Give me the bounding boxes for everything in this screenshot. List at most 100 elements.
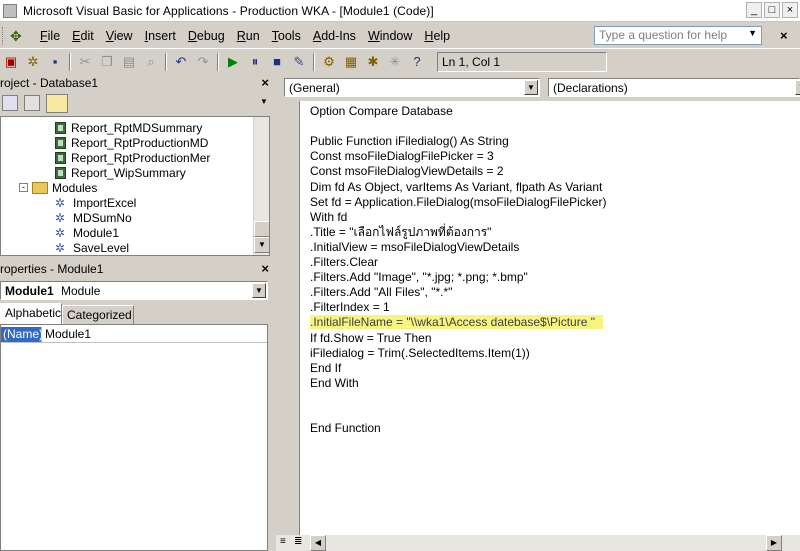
save-icon[interactable]: ▪ bbox=[45, 52, 65, 72]
code-line[interactable]: End Function bbox=[310, 421, 381, 436]
vba-menu-icon[interactable]: ✥ bbox=[10, 27, 28, 45]
scroll-left-button[interactable]: ◀ bbox=[310, 535, 326, 551]
copy-icon[interactable]: ❐ bbox=[97, 52, 117, 72]
toggle-folders-icon[interactable] bbox=[46, 94, 68, 113]
maximize-button[interactable]: □ bbox=[764, 2, 780, 18]
code-line[interactable]: .Filters.Add "All Files", "*.*" bbox=[310, 285, 452, 300]
menu-window[interactable]: Window bbox=[362, 29, 418, 43]
close-project-explorer-button[interactable]: × bbox=[261, 74, 269, 92]
procedure-view-icon[interactable]: ≡ bbox=[280, 537, 292, 549]
access-view-icon[interactable]: ▣ bbox=[1, 52, 21, 72]
property-row[interactable]: (Name) Module1 bbox=[1, 327, 267, 343]
code-line[interactable]: iFiledialog = Trim(.SelectedItems.Item(1… bbox=[310, 346, 530, 361]
tree-item[interactable]: Report_RptProductionMD bbox=[55, 135, 208, 150]
code-line[interactable]: End With bbox=[310, 376, 359, 391]
code-text: If fd.Show = True Then bbox=[310, 330, 432, 345]
tree-item[interactable]: ✲ ImportExcel bbox=[55, 195, 136, 210]
code-text: Public Function iFiledialog() As String bbox=[310, 134, 509, 149]
redo-icon[interactable]: ↷ bbox=[193, 52, 213, 72]
code-line[interactable]: .Filters.Clear bbox=[310, 255, 378, 270]
chevron-down-icon[interactable]: ▼ bbox=[524, 80, 538, 95]
properties-window-icon[interactable]: ▦ bbox=[341, 52, 361, 72]
code-line[interactable]: Dim fd As Object, varItems As Variant, f… bbox=[310, 180, 602, 195]
code-line[interactable]: Const msoFileDialogViewDetails = 2 bbox=[310, 164, 504, 179]
menu-edit[interactable]: Edit bbox=[66, 29, 100, 43]
cut-icon[interactable]: ✂ bbox=[75, 52, 95, 72]
tab-categorized[interactable]: Categorized bbox=[62, 305, 134, 325]
code-horizontal-scrollbar[interactable]: ≡ ≣ ◀ ▶ bbox=[276, 535, 800, 551]
design-mode-icon[interactable]: ✎ bbox=[289, 52, 309, 72]
code-line[interactable]: .Filters.Add "Image", "*.jpg; *.png; *.b… bbox=[310, 270, 528, 285]
tree-item[interactable]: - Modules bbox=[19, 180, 97, 195]
find-icon[interactable]: ⌕ bbox=[141, 52, 161, 72]
resize-grip[interactable]: ▼ bbox=[260, 97, 268, 111]
scroll-down-button[interactable]: ▼ bbox=[254, 237, 269, 253]
code-line[interactable]: Option Compare Database bbox=[310, 104, 453, 119]
menu-debug[interactable]: Debug bbox=[182, 29, 231, 43]
chevron-down-icon[interactable]: ▼ bbox=[748, 28, 757, 38]
menu-add-ins[interactable]: Add-Ins bbox=[307, 29, 362, 43]
procedure-combo[interactable]: (Declarations) ▼ bbox=[548, 78, 800, 97]
code-line[interactable]: .Title = "เลือกไฟล์รูปภาพที่ต้องการ" bbox=[310, 225, 491, 240]
close-button[interactable]: × bbox=[782, 2, 798, 18]
undo-icon[interactable]: ↶ bbox=[171, 52, 191, 72]
full-module-view-icon[interactable]: ≣ bbox=[294, 537, 306, 549]
menu-label-rest: un bbox=[245, 28, 260, 43]
project-tree-scrollbar[interactable]: ▼ bbox=[253, 117, 269, 255]
scroll-thumb[interactable] bbox=[254, 221, 269, 237]
code-text: Const msoFileDialogViewDetails = 2 bbox=[310, 164, 504, 179]
help-search-input[interactable]: Type a question for help ▼ bbox=[594, 26, 762, 45]
menu-file[interactable]: File bbox=[34, 29, 66, 43]
property-value[interactable]: Module1 bbox=[45, 327, 91, 342]
tree-item[interactable]: Report_WipSummary bbox=[55, 165, 186, 180]
help-icon[interactable]: ? bbox=[407, 52, 427, 72]
tree-item[interactable]: Report_RptMDSummary bbox=[55, 120, 202, 135]
break-icon[interactable]: ⏸ bbox=[245, 52, 265, 72]
collapse-icon[interactable]: - bbox=[19, 183, 28, 192]
run-icon[interactable]: ▶ bbox=[223, 52, 243, 72]
code-line[interactable]: .FilterIndex = 1 bbox=[310, 300, 390, 315]
menu-help[interactable]: Help bbox=[418, 29, 456, 43]
code-line[interactable]: Set fd = Application.FileDialog(msoFileD… bbox=[310, 195, 606, 210]
paste-icon[interactable]: ▤ bbox=[119, 52, 139, 72]
window-title: Microsoft Visual Basic for Applications … bbox=[23, 3, 434, 18]
reset-icon[interactable]: ■ bbox=[267, 52, 287, 72]
project-explorer-icon[interactable]: ⚙ bbox=[319, 52, 339, 72]
tree-item[interactable]: Report_RptProductionMer bbox=[55, 150, 210, 165]
code-line[interactable]: Const msoFileDialogFilePicker = 3 bbox=[310, 149, 494, 164]
menu-insert[interactable]: Insert bbox=[139, 29, 182, 43]
code-line[interactable]: End If bbox=[310, 361, 341, 376]
object-type: Module bbox=[61, 284, 101, 298]
toolbox-icon[interactable]: ✳ bbox=[385, 52, 405, 72]
tree-item[interactable]: ✲ SaveLevel bbox=[55, 240, 129, 255]
margin-indicator-bar[interactable] bbox=[278, 101, 300, 535]
code-line[interactable]: If fd.Show = True Then bbox=[310, 331, 432, 346]
tab-alphabetic[interactable]: Alphabetic bbox=[0, 303, 62, 324]
close-properties-button[interactable]: × bbox=[261, 260, 269, 278]
tree-item[interactable]: ✲ Module1 bbox=[55, 225, 119, 240]
tree-item-label: Report_RptProductionMD bbox=[71, 135, 209, 150]
code-line[interactable]: With fd bbox=[310, 210, 347, 225]
scroll-right-button[interactable]: ▶ bbox=[766, 535, 782, 551]
menu-tools[interactable]: Tools bbox=[266, 29, 307, 43]
chevron-down-icon[interactable]: ▼ bbox=[795, 80, 800, 95]
chevron-down-icon[interactable]: ▼ bbox=[252, 283, 266, 298]
code-editor[interactable]: Option Compare Database Public Function i… bbox=[300, 101, 800, 535]
object-selector[interactable]: Module1 Module ▼ bbox=[0, 281, 268, 300]
minimize-button[interactable]: _ bbox=[746, 2, 762, 18]
code-line[interactable]: Public Function iFiledialog() As String bbox=[310, 134, 509, 149]
view-object-icon[interactable] bbox=[24, 95, 40, 111]
object-browser-icon[interactable]: ✱ bbox=[363, 52, 383, 72]
menu-bar: ✥ File Edit View Insert Debug Run Tools Add-Ins… bbox=[0, 23, 800, 49]
tree-item[interactable]: ✲ MDSumNo bbox=[55, 210, 132, 225]
menu-run[interactable]: Run bbox=[231, 29, 266, 43]
menu-view[interactable]: View bbox=[100, 29, 139, 43]
menu-label-rest: indow bbox=[379, 28, 413, 43]
code-line[interactable]: .InitialView = msoFileDialogViewDetails bbox=[310, 240, 519, 255]
code-line[interactable]: .InitialFileName = "\\wka1\Access dateba… bbox=[310, 315, 603, 330]
menu-grip[interactable] bbox=[2, 26, 6, 45]
insert-module-icon[interactable]: ✲ bbox=[23, 52, 43, 72]
view-code-icon[interactable] bbox=[2, 95, 18, 111]
object-combo[interactable]: (General) ▼ bbox=[284, 78, 540, 97]
close-document-button[interactable]: × bbox=[780, 28, 788, 43]
